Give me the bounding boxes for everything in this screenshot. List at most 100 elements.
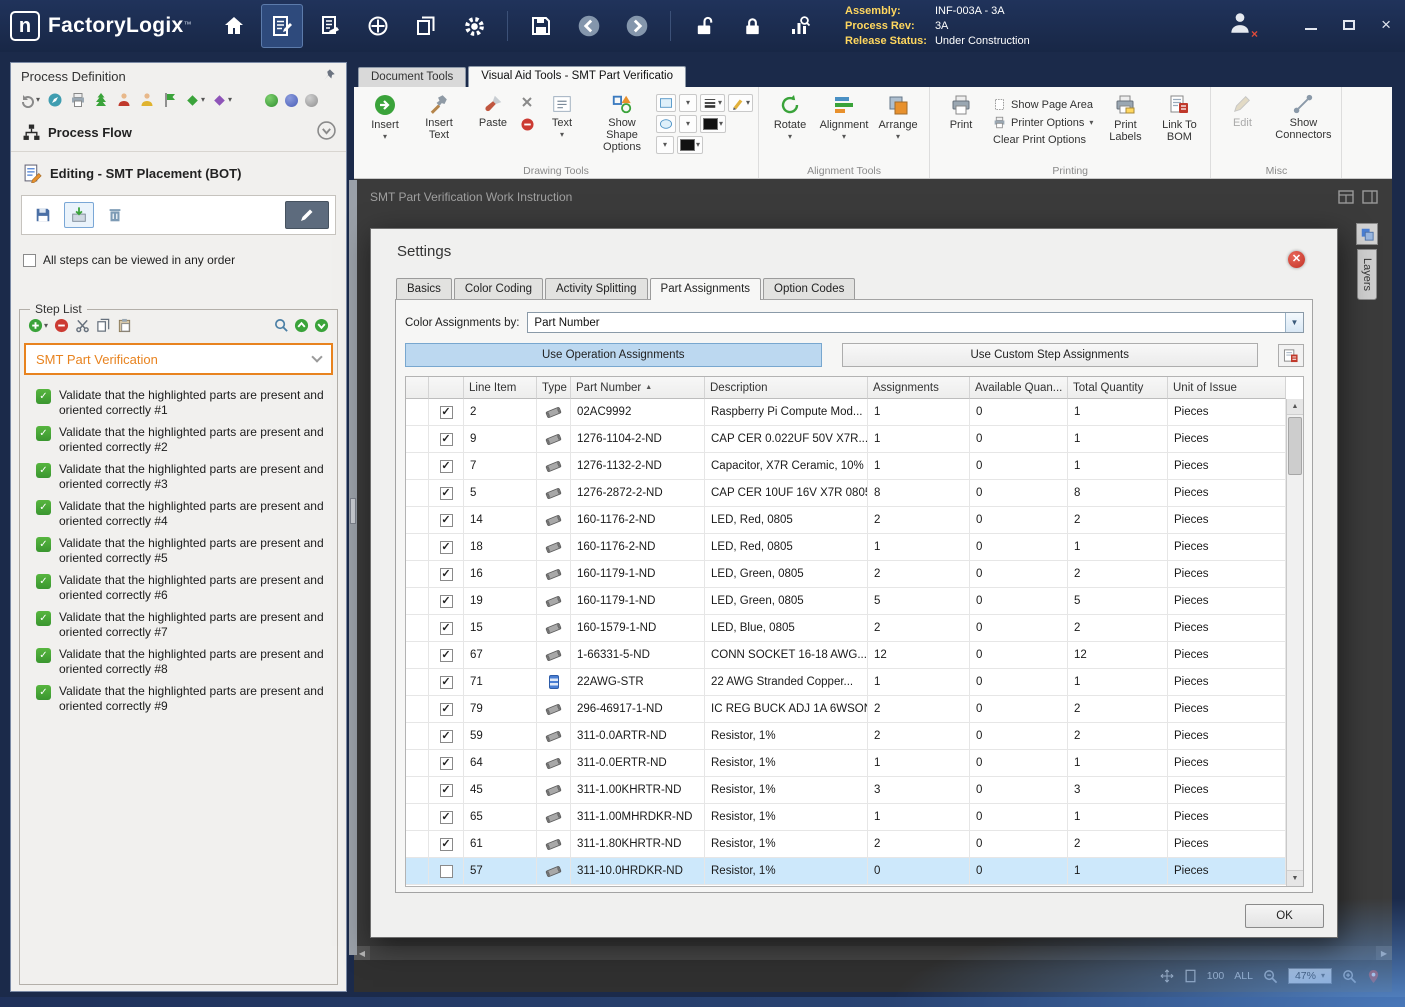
operator-yellow-button[interactable] — [139, 92, 155, 108]
table-row[interactable]: ✓71276-1132-2-NDCapacitor, X7R Ceramic, … — [406, 453, 1286, 480]
table-vertical-scrollbar[interactable]: ▲ ▼ — [1286, 399, 1303, 886]
records-button[interactable] — [405, 4, 447, 48]
clear-print-options-button[interactable]: Clear Print Options — [993, 134, 1093, 146]
table-row[interactable]: ✓59311-0.0ARTR-NDResistor, 1%202Pieces — [406, 723, 1286, 750]
zoom-in-icon[interactable] — [1342, 969, 1357, 984]
tab-visual-aid-tools[interactable]: Visual Aid Tools - SMT Part Verificatio — [468, 66, 686, 87]
dispatch-button[interactable] — [357, 4, 399, 48]
operator-red-button[interactable] — [116, 92, 132, 108]
marker-tool-button[interactable]: ▾ — [728, 94, 753, 112]
process-flow-header[interactable]: Process Flow — [11, 113, 346, 152]
row-checkbox[interactable]: ✓ — [440, 622, 453, 635]
pin-location-icon[interactable] — [1367, 969, 1380, 984]
settings-tab-activity-splitting[interactable]: Activity Splitting — [545, 278, 648, 299]
settings-button[interactable] — [453, 4, 495, 48]
scroll-up-arrow[interactable]: ▲ — [1287, 399, 1303, 415]
settings-tab-basics[interactable]: Basics — [396, 278, 452, 299]
row-checkbox[interactable]: ✓ — [440, 541, 453, 554]
unlock-button[interactable] — [683, 4, 725, 48]
insert-text-button[interactable]: Insert Text — [413, 90, 465, 144]
step-list-item[interactable]: ✓Validate that the highlighted parts are… — [20, 681, 337, 718]
column-header-total-quantity[interactable]: Total Quantity — [1068, 377, 1168, 399]
insert-green-button[interactable]: ▾ — [185, 93, 205, 108]
step-list-item[interactable]: ✓Validate that the highlighted parts are… — [20, 533, 337, 570]
arrange-button[interactable]: Arrange▾ — [872, 90, 924, 144]
row-checkbox[interactable]: ✓ — [440, 703, 453, 716]
delete-step-button[interactable] — [100, 202, 130, 228]
row-checkbox[interactable]: ✓ — [440, 784, 453, 797]
insert-button[interactable]: Insert▾ — [359, 90, 411, 144]
step-list-item[interactable]: ✓Validate that the highlighted parts are… — [20, 496, 337, 533]
table-row[interactable]: ✓45311-1.00KHRTR-NDResistor, 1%303Pieces — [406, 777, 1286, 804]
rectangle-tool-dropdown[interactable]: ▾ — [679, 94, 697, 112]
step-list-item[interactable]: ✓Validate that the highlighted parts are… — [20, 385, 337, 422]
row-checkbox[interactable]: ✓ — [440, 811, 453, 824]
table-row[interactable]: ✓15160-1579-1-NDLED, Blue, 0805202Pieces — [406, 615, 1286, 642]
selected-step-item[interactable]: SMT Part Verification — [24, 343, 333, 375]
column-header-unit-of-issue[interactable]: Unit of Issue — [1168, 377, 1286, 399]
show-page-area-button[interactable]: Show Page Area — [993, 98, 1093, 111]
undo-button[interactable]: ▾ — [19, 92, 40, 108]
column-header-available-quan[interactable]: Available Quan... — [970, 377, 1068, 399]
table-row[interactable]: ✓14160-1176-2-NDLED, Red, 0805202Pieces — [406, 507, 1286, 534]
table-row[interactable]: ✓61311-1.80KHRTR-NDResistor, 1%202Pieces — [406, 831, 1286, 858]
row-checkbox[interactable]: ✓ — [440, 460, 453, 473]
layers-panel-icon[interactable] — [1356, 223, 1378, 245]
print-button[interactable]: Print — [935, 90, 987, 134]
column-header-type[interactable]: Type — [537, 377, 571, 399]
forward-button[interactable] — [616, 4, 658, 48]
table-row[interactable]: ✓202AC9992Raspberry Pi Compute Mod...101… — [406, 399, 1286, 426]
fill-color-button[interactable]: ▾ — [677, 136, 703, 154]
import-step-button[interactable] — [64, 202, 94, 228]
step-list-item[interactable]: ✓Validate that the highlighted parts are… — [20, 422, 337, 459]
step-list-item[interactable]: ✓Validate that the highlighted parts are… — [20, 607, 337, 644]
save-step-button[interactable] — [28, 202, 58, 228]
user-session-button[interactable]: × — [1227, 10, 1253, 39]
layers-tab[interactable]: Layers — [1357, 249, 1377, 300]
ellipse-tool-dropdown[interactable]: ▾ — [679, 115, 697, 133]
table-row[interactable]: ✓65311-1.00MHRDKR-NDResistor, 1%101Piece… — [406, 804, 1286, 831]
tree-button[interactable] — [93, 92, 109, 108]
rectangle-tool-button[interactable] — [656, 94, 676, 112]
dialog-close-button[interactable]: ✕ — [1288, 251, 1305, 268]
row-checkbox[interactable]: ✓ — [440, 568, 453, 581]
steps-order-option[interactable]: All steps can be viewed in any order — [11, 241, 346, 271]
step-list-item[interactable]: ✓Validate that the highlighted parts are… — [20, 570, 337, 607]
use-custom-step-assignments-button[interactable]: Use Custom Step Assignments — [842, 343, 1259, 367]
table-row[interactable]: ✓51276-2872-2-NDCAP CER 10UF 16V X7R 080… — [406, 480, 1286, 507]
settings-tab-option-codes[interactable]: Option Codes — [763, 278, 855, 299]
table-row[interactable]: ✓79296-46917-1-NDIC REG BUCK ADJ 1A 6WSO… — [406, 696, 1286, 723]
edit-step-button[interactable] — [285, 201, 329, 229]
table-row[interactable]: ✓64311-0.0ERTR-NDResistor, 1%101Pieces — [406, 750, 1286, 777]
panel-splitter[interactable] — [349, 180, 357, 955]
line-style-button[interactable]: ▾ — [700, 94, 725, 112]
flag-button[interactable] — [162, 92, 178, 108]
move-step-down-button[interactable] — [314, 318, 329, 333]
remove-step-button[interactable] — [54, 318, 69, 333]
stroke-color-button[interactable]: ▾ — [700, 115, 726, 133]
copy-button[interactable] — [96, 318, 111, 333]
table-row[interactable]: ✓16160-1179-1-NDLED, Green, 0805202Piece… — [406, 561, 1286, 588]
lock-button[interactable] — [731, 4, 773, 48]
column-header-part-number[interactable]: Part Number▲ — [571, 377, 705, 399]
row-checkbox[interactable]: ✓ — [440, 595, 453, 608]
row-checkbox[interactable]: ✓ — [440, 487, 453, 500]
text-tool-button[interactable]: Text▾ — [536, 90, 588, 142]
print-button[interactable] — [70, 92, 86, 108]
clear-button[interactable] — [521, 96, 534, 111]
link-to-bom-button[interactable]: Link To BOM — [1153, 90, 1205, 146]
row-checkbox[interactable]: ✓ — [440, 433, 453, 446]
table-row[interactable]: ✓19160-1179-1-NDLED, Green, 0805505Piece… — [406, 588, 1286, 615]
release-search-button[interactable] — [779, 4, 821, 48]
zoom-step-button[interactable] — [274, 318, 289, 333]
documents-button[interactable] — [309, 4, 351, 48]
rotate-button[interactable]: Rotate▾ — [764, 90, 816, 144]
pin-icon[interactable] — [322, 68, 336, 85]
ok-button[interactable]: OK — [1245, 904, 1324, 928]
show-connectors-button[interactable]: Show Connectors — [1270, 90, 1336, 144]
tab-document-tools[interactable]: Document Tools — [358, 67, 466, 87]
column-header-assignments[interactable]: Assignments — [868, 377, 970, 399]
move-step-up-button[interactable] — [294, 318, 309, 333]
step-list-item[interactable]: ✓Validate that the highlighted parts are… — [20, 459, 337, 496]
paste-button[interactable]: Paste — [467, 90, 519, 132]
